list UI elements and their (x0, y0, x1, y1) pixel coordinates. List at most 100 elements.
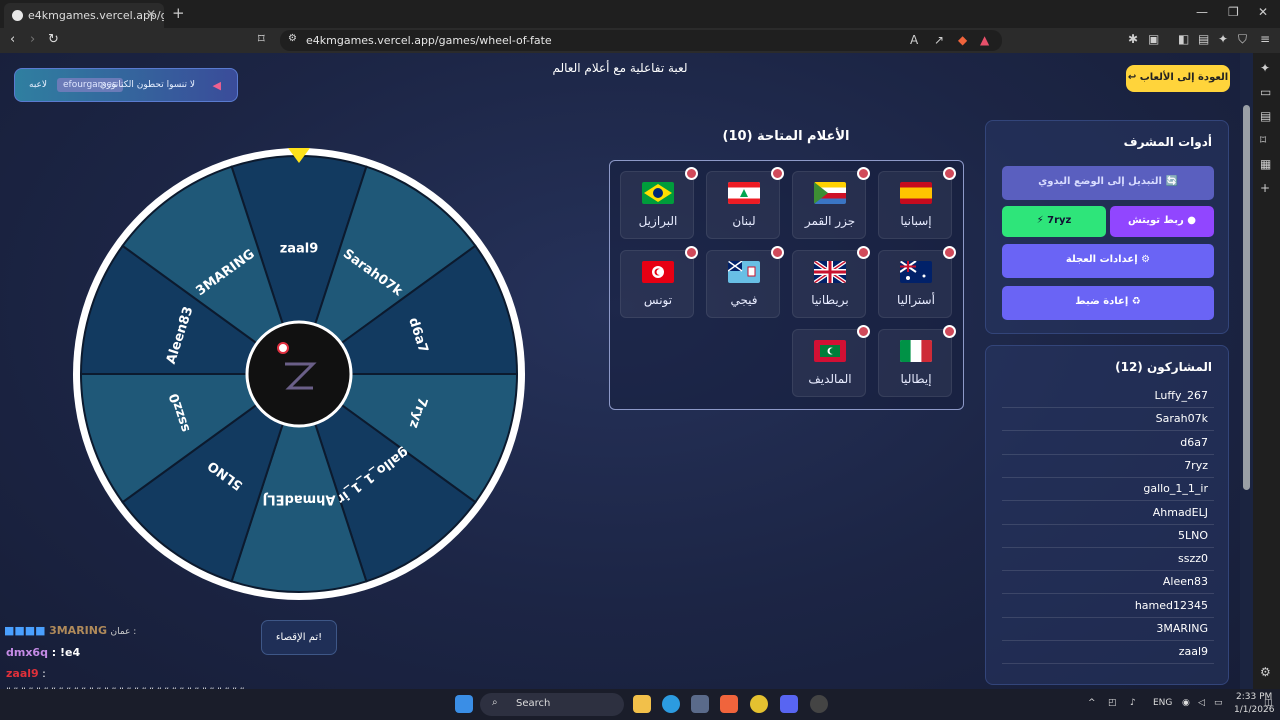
participant-row: Sarah07k (1002, 408, 1214, 432)
brave-taskbar-icon[interactable] (720, 695, 738, 713)
reset-button[interactable]: إعادة ضبط ♻ (1002, 286, 1214, 320)
start-icon[interactable] (455, 695, 473, 713)
url-text: e4kmgames.vercel.app/games/wheel-of-fate (306, 34, 552, 47)
sidebar-toggle-icon[interactable]: ◧ (1178, 32, 1189, 46)
vpn-icon[interactable]: ⛉ (1238, 32, 1247, 47)
remove-flag-button[interactable] (685, 167, 698, 180)
share-icon[interactable]: ↗ (934, 33, 944, 47)
flag-card[interactable]: بريطانيا (792, 246, 870, 318)
brave-shield-icon[interactable]: ◆ (958, 33, 967, 47)
flag-card[interactable]: إسبانيا (878, 167, 956, 239)
flag-name: فيجي (730, 293, 758, 307)
url-field[interactable]: ⚙ e4kmgames.vercel.app/games/wheel-of-fa… (280, 30, 1002, 51)
twitch-icon: ● (1187, 215, 1196, 226)
flag-card[interactable]: لبنان (706, 167, 784, 239)
flag-card[interactable]: جزر القمر (792, 167, 870, 239)
promo-text: لا تنسوا تحطون الكتاتوري (99, 80, 195, 90)
participant-row: Luffy_267 (1002, 385, 1214, 408)
flag-km-icon (814, 182, 846, 204)
page-scrollbar[interactable] (1240, 53, 1253, 689)
flag-card[interactable]: إيطاليا (878, 325, 956, 397)
tray-app-icon[interactable]: ◰ (1108, 698, 1117, 708)
flags-title: الأعلام المتاحة (10) (722, 129, 850, 144)
history-side-icon[interactable]: ▦ (1260, 157, 1271, 171)
remove-flag-button[interactable] (685, 246, 698, 259)
wheel-segment-label: AhmadELJ (263, 492, 336, 507)
tray-chevron-icon[interactable]: ^ (1088, 698, 1096, 708)
notification-icon[interactable]: ◫ (1264, 698, 1273, 708)
forward-icon[interactable]: › (30, 32, 35, 47)
flag-card[interactable]: تونس (620, 246, 698, 318)
back-icon[interactable]: ‹ (10, 32, 15, 47)
translate-icon[interactable]: A (910, 33, 918, 47)
chat-user: zaal9 (6, 667, 39, 680)
flag-tn-icon (642, 261, 674, 283)
leo-side-icon[interactable]: ✦ (1260, 61, 1270, 75)
extensions-icon[interactable]: ✱ (1128, 32, 1138, 46)
leo-icon[interactable]: ✦ (1218, 32, 1228, 46)
remove-flag-button[interactable] (943, 246, 956, 259)
remove-flag-button[interactable] (943, 325, 956, 338)
flag-name: أستراليا (897, 293, 935, 307)
bookmark-icon[interactable]: ⌑ (258, 32, 265, 47)
wheel-of-fate[interactable]: zaal9 Sarah07k d6a7 7ryz gallo_1_1_ir AhmadEL… (72, 147, 526, 601)
remove-flag-button[interactable] (943, 167, 956, 180)
remove-flag-button[interactable] (857, 325, 870, 338)
participants-title: المشاركون (12) (1115, 360, 1212, 374)
discord-icon[interactable] (780, 695, 798, 713)
reload-icon[interactable]: ↻ (48, 32, 59, 47)
edge-icon[interactable] (662, 695, 680, 713)
wheel-center-hub[interactable] (245, 320, 353, 428)
close-tab-icon[interactable]: ✕ (146, 7, 156, 21)
scroll-thumb[interactable] (1243, 105, 1250, 490)
add-panel-icon[interactable]: + (1260, 181, 1270, 195)
back-to-games-button[interactable]: ↩ العودة إلى الألعاب (1126, 65, 1230, 92)
wheel-settings-button[interactable]: إعدادات العجلة ⚙ (1002, 244, 1214, 278)
page: لاعبه efourgames لا تنسوا تحطون الكتاتور… (0, 53, 1240, 689)
manual-mode-button[interactable]: التبديل إلى الوضع اليدوي 🔄 (1002, 166, 1214, 200)
brave-rewards-icon[interactable]: ▲ (980, 33, 989, 47)
menu-icon[interactable]: ≡ (1260, 32, 1270, 46)
battery-icon[interactable]: ▭ (1214, 698, 1223, 708)
taskbar-search[interactable]: ⌕ Search (480, 693, 624, 716)
flag-card[interactable]: المالديف (792, 325, 870, 397)
tab-search-icon[interactable]: ▣ (1148, 32, 1159, 46)
app-icon[interactable] (810, 695, 828, 713)
mic-icon[interactable]: ♪ (1130, 698, 1136, 708)
browser-tab[interactable]: e4kmgames.vercel.app/games/w ✕ (4, 3, 164, 28)
flag-mv-icon (814, 340, 846, 362)
site-info-icon[interactable]: ⚙ (288, 33, 297, 44)
twitch-connect-button[interactable]: ربط تويتش ● (1110, 206, 1214, 237)
remove-flag-button[interactable] (857, 246, 870, 259)
minimize-icon[interactable]: — (1196, 5, 1208, 19)
new-tab-icon[interactable]: + (172, 4, 185, 22)
remove-flag-button[interactable] (771, 167, 784, 180)
close-window-icon[interactable]: ✕ (1258, 5, 1268, 19)
flag-card[interactable]: أستراليا (878, 246, 956, 318)
file-explorer-icon[interactable] (633, 695, 651, 713)
twitch-user-badge[interactable]: ⚡ 7ryz (1002, 206, 1106, 237)
reading-list-icon[interactable]: ▭ (1260, 85, 1271, 99)
flag-card[interactable]: البرازيل (620, 167, 698, 239)
flag-card[interactable]: فيجي (706, 246, 784, 318)
settings-side-icon[interactable]: ⚙ (1260, 665, 1271, 679)
restore-icon[interactable]: ❐ (1228, 5, 1239, 19)
flag-br-icon (642, 182, 674, 204)
network-icon[interactable]: ◉ (1182, 698, 1190, 708)
wheel-svg[interactable]: zaal9 Sarah07kd6a77ryzgallo_1_1_irAhmadEL… (72, 147, 526, 601)
chrome-icon[interactable] (750, 695, 768, 713)
wallet-side-icon[interactable]: ▤ (1260, 109, 1271, 123)
participant-row: Aleen83 (1002, 571, 1214, 595)
flash-icon: ⚡ (1036, 215, 1044, 226)
site-favicon-icon (12, 10, 23, 21)
remove-flag-button[interactable] (857, 167, 870, 180)
language-indicator[interactable]: ENG (1153, 698, 1172, 708)
wallet-icon[interactable]: ▤ (1198, 32, 1209, 46)
store-icon[interactable] (691, 695, 709, 713)
elimination-done-button[interactable]: تم الإقصاء! (261, 620, 337, 655)
bookmarks-side-icon[interactable]: ⌑ (1260, 133, 1266, 147)
flag-name: البرازيل (638, 214, 678, 228)
windows-taskbar: ⌕ Search ^ ◰ ♪ ENG ◉ ◁ ▭ 2:33 PM 1/1/202… (0, 689, 1280, 720)
volume-icon[interactable]: ◁ (1198, 698, 1205, 708)
remove-flag-button[interactable] (771, 246, 784, 259)
